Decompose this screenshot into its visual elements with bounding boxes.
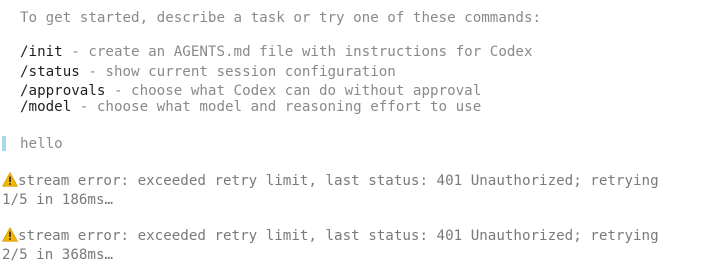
user-message: hello <box>20 136 63 152</box>
warning-icon <box>1 171 19 187</box>
intro-line: To get started, describe a task or try o… <box>20 10 542 26</box>
warning-icon <box>1 226 19 242</box>
command-row: /init - create an AGENTS.md file with in… <box>20 42 533 62</box>
command-row: /status - show current session configura… <box>20 62 396 82</box>
error-text: stream error: exceeded retry limit, last… <box>18 228 659 244</box>
error-continuation: 2/5 in 368ms… <box>2 247 114 263</box>
command-name: /status <box>20 64 80 80</box>
command-row: /model - choose what model and reasoning… <box>20 97 481 117</box>
command-name: /init <box>20 44 63 60</box>
command-name: /model <box>20 99 72 115</box>
error-continuation: 1/5 in 186ms… <box>2 192 114 208</box>
command-description: - create an AGENTS.md file with instruct… <box>62 44 533 60</box>
error-text: stream error: exceeded retry limit, last… <box>18 173 659 189</box>
user-message-bar <box>2 136 6 151</box>
command-description: - choose what model and reasoning effort… <box>71 99 482 115</box>
command-description: - show current session configuration <box>79 64 396 80</box>
